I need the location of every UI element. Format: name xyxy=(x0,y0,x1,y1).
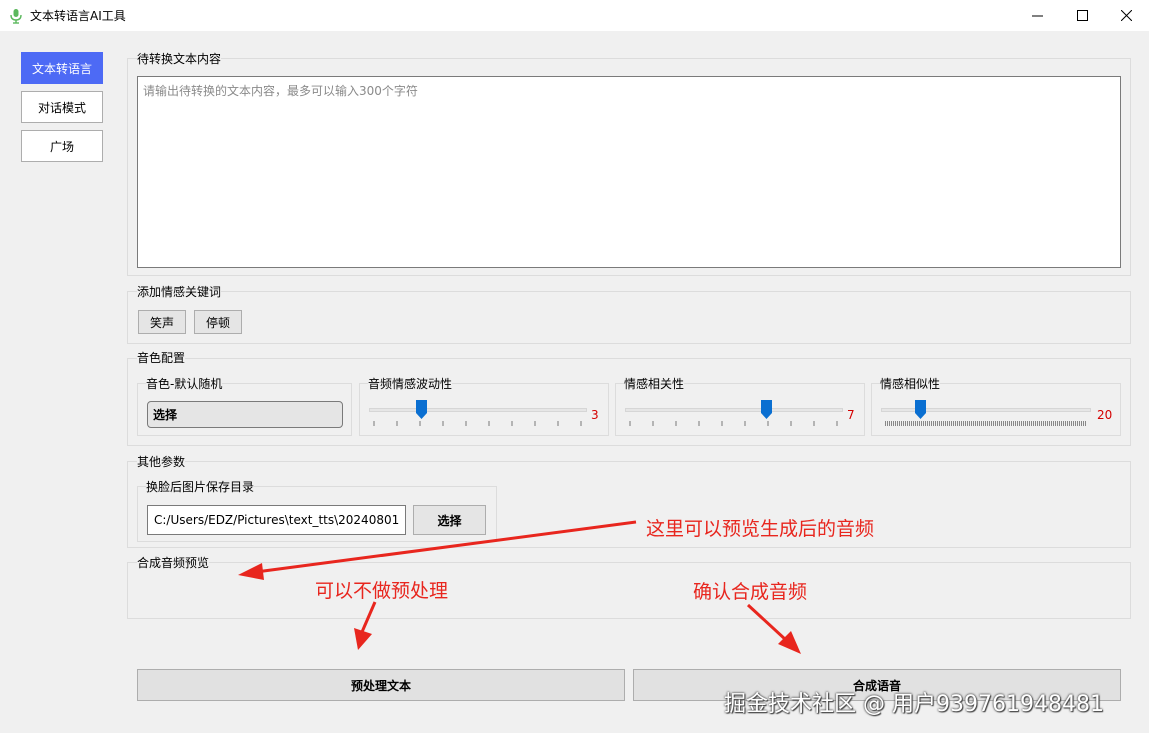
preview-annotation: 这里可以预览生成后的音频 xyxy=(646,518,875,540)
annotation-arrows xyxy=(238,520,801,654)
preprocess-annotation: 可以不做预处理 xyxy=(315,580,449,602)
synthesize-annotation: 确认合成音频 xyxy=(693,581,808,603)
watermark: 掘金技术社区 @ 用户939761948481 xyxy=(724,692,1104,717)
